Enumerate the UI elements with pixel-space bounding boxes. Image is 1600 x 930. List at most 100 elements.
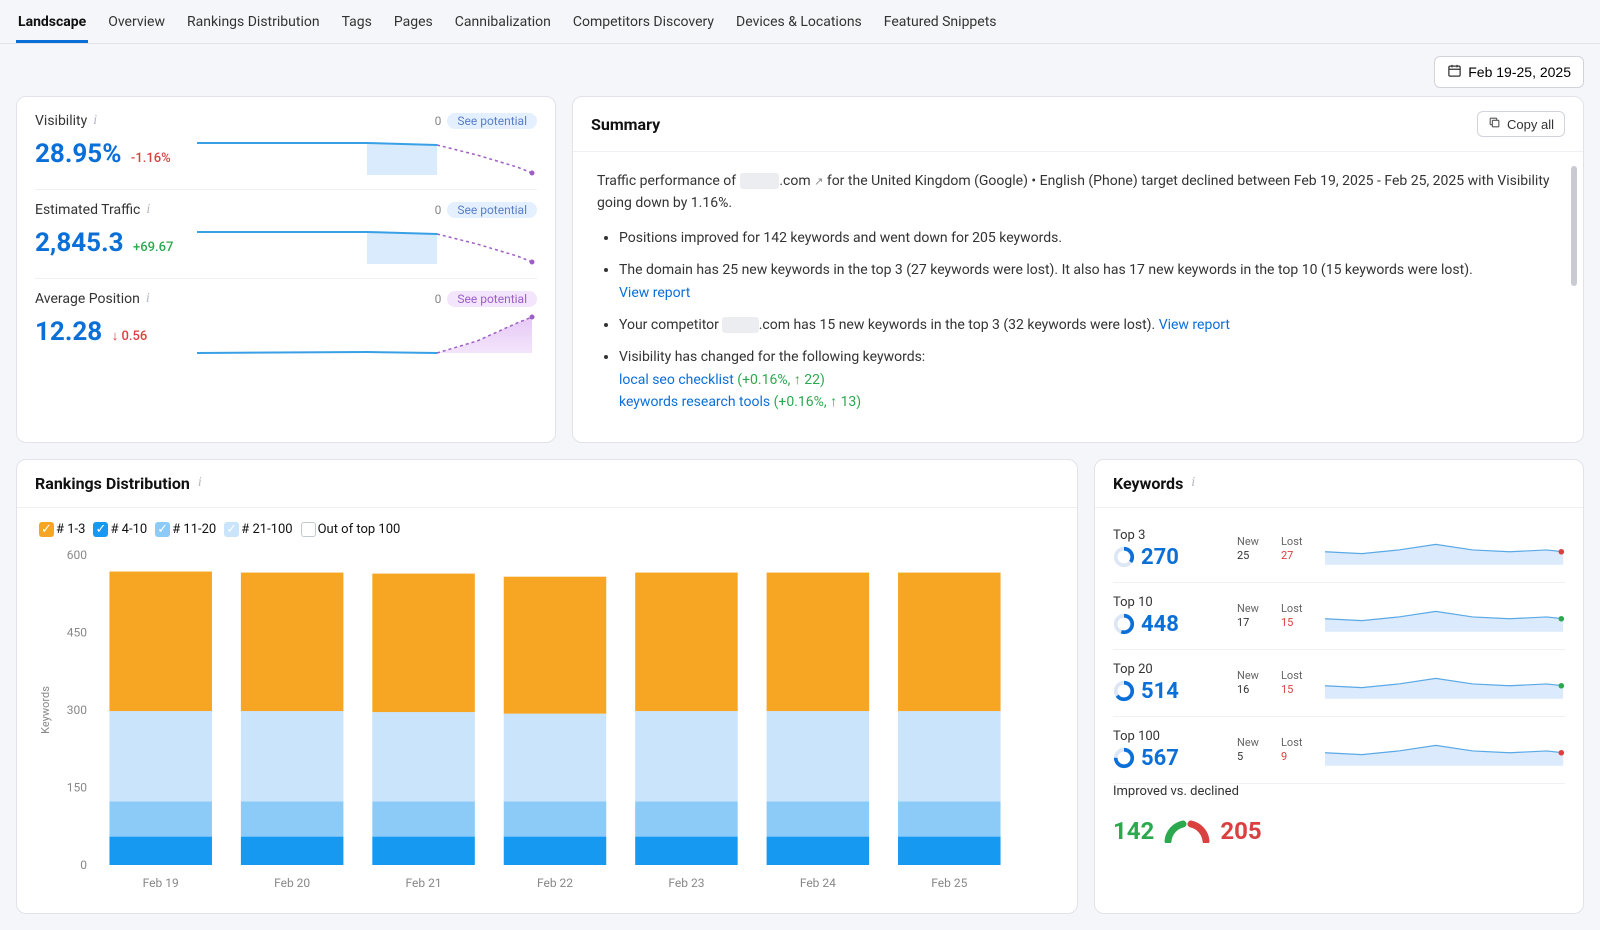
summary-bullet: Positions improved for 142 keywords and … — [619, 227, 1559, 249]
svg-text:Feb 24: Feb 24 — [800, 876, 836, 890]
external-link-icon[interactable]: ↗ — [814, 175, 823, 188]
keyword-row: Top 3 270 New25 Lost27 — [1113, 516, 1565, 583]
kw-label: Top 3 — [1113, 528, 1223, 543]
visibility-delta: -1.16% — [131, 151, 171, 166]
view-report-link[interactable]: View report — [1159, 317, 1230, 333]
avgpos-label: Average Position — [35, 291, 140, 307]
rankdist-legend: ✓# 1-3 ✓# 4-10 ✓# 11-20 ✓# 21-100 Out of… — [17, 508, 1077, 541]
kw-label: Top 20 — [1113, 662, 1223, 677]
keywords-card: Keywords i Top 3 270 New25 Lost27 — [1094, 459, 1584, 914]
summary-bullet: Your competitor .com has 15 new keywords… — [619, 314, 1559, 336]
keyword-link[interactable]: keywords research tools — [619, 394, 770, 410]
svg-text:Feb 22: Feb 22 — [537, 876, 573, 890]
kw-sparkline — [1325, 666, 1565, 700]
traffic-label: Estimated Traffic — [35, 202, 140, 218]
gauge-icon — [1164, 819, 1210, 843]
summary-body: Traffic performance of .com ↗ for the Un… — [573, 152, 1583, 442]
summary-title: Summary — [591, 115, 660, 134]
donut-icon — [1113, 747, 1135, 769]
donut-icon — [1113, 680, 1135, 702]
svg-text:300: 300 — [67, 703, 87, 717]
copy-icon — [1488, 116, 1501, 132]
info-icon[interactable]: i — [146, 291, 150, 307]
info-icon[interactable]: i — [1191, 475, 1195, 491]
kw-sparkline — [1325, 599, 1565, 633]
info-icon[interactable]: i — [146, 202, 150, 218]
svg-text:0: 0 — [80, 858, 87, 872]
metric-avgpos: Average Position i 12.28 ↓ 0.56 0 See po… — [35, 279, 537, 355]
rankings-distribution-card: Rankings Distribution i ✓# 1-3 ✓# 4-10 ✓… — [16, 459, 1078, 914]
tab-rankings-distribution[interactable]: Rankings Distribution — [185, 6, 322, 43]
scrollbar[interactable] — [1571, 166, 1577, 286]
tab-cannibalization[interactable]: Cannibalization — [453, 6, 553, 43]
keyword-row: Top 20 514 New16 Lost15 — [1113, 650, 1565, 717]
ivd-label: Improved vs. declined — [1113, 784, 1565, 799]
tab-landscape[interactable]: Landscape — [16, 6, 88, 43]
kw-sparkline — [1325, 733, 1565, 767]
info-icon[interactable]: i — [93, 113, 97, 129]
donut-icon — [1113, 613, 1135, 635]
tab-devices-locations[interactable]: Devices & Locations — [734, 6, 864, 43]
svg-text:Feb 23: Feb 23 — [668, 876, 704, 890]
kw-value: 448 — [1141, 612, 1179, 637]
tab-competitors-discovery[interactable]: Competitors Discovery — [571, 6, 716, 43]
avgpos-value: 12.28 — [35, 317, 102, 347]
rankdist-chart: 0 150 300 450 600 Keywords Feb 19 Feb 20 Feb 21 F… — [35, 545, 1035, 895]
see-potential-pill[interactable]: See potential — [447, 291, 537, 307]
tab-tags[interactable]: Tags — [340, 6, 374, 43]
avgpos-sparkline — [197, 311, 537, 355]
svg-text:Feb 19: Feb 19 — [143, 876, 179, 890]
view-report-link[interactable]: View report — [619, 285, 690, 301]
keyword-row: Top 100 567 New5 Lost9 — [1113, 717, 1565, 784]
see-potential-pill[interactable]: See potential — [447, 113, 537, 129]
svg-text:Keywords: Keywords — [39, 685, 52, 733]
kw-label: Top 10 — [1113, 595, 1223, 610]
svg-text:Feb 20: Feb 20 — [274, 876, 310, 890]
visibility-label: Visibility — [35, 113, 87, 129]
domain-masked — [740, 173, 780, 189]
summary-card: Summary Copy all Traffic performance of … — [572, 96, 1584, 443]
summary-bullet: Visibility has changed for the following… — [619, 346, 1559, 413]
legend-checkbox-11-20[interactable]: ✓ — [155, 522, 170, 537]
zero-label: 0 — [435, 203, 442, 217]
rankdist-title: Rankings Distribution — [35, 474, 190, 493]
tab-overview[interactable]: Overview — [106, 6, 167, 43]
kw-sparkline — [1325, 532, 1565, 566]
kw-value: 514 — [1141, 679, 1179, 704]
avgpos-delta: ↓ 0.56 — [112, 329, 148, 344]
traffic-value: 2,845.3 — [35, 228, 124, 258]
zero-label: 0 — [435, 114, 442, 128]
nav-tabs: Landscape Overview Rankings Distribution… — [0, 0, 1600, 44]
donut-icon — [1113, 546, 1135, 568]
see-potential-pill[interactable]: See potential — [447, 202, 537, 218]
date-range-picker[interactable]: Feb 19-25, 2025 — [1434, 56, 1584, 88]
kw-value: 270 — [1141, 545, 1179, 570]
visibility-sparkline — [197, 133, 537, 177]
svg-text:Feb 25: Feb 25 — [931, 876, 967, 890]
legend-checkbox-out[interactable] — [301, 522, 316, 537]
metric-traffic: Estimated Traffic i 2,845.3 +69.67 0 See… — [35, 190, 537, 279]
traffic-sparkline — [197, 222, 537, 266]
svg-text:450: 450 — [67, 625, 87, 639]
legend-checkbox-21-100[interactable]: ✓ — [224, 522, 239, 537]
legend-checkbox-4-10[interactable]: ✓ — [93, 522, 108, 537]
metric-visibility: Visibility i 28.95% -1.16% 0 See potenti… — [35, 113, 537, 190]
svg-text:150: 150 — [67, 780, 87, 794]
legend-checkbox-1-3[interactable]: ✓ — [39, 522, 54, 537]
tab-pages[interactable]: Pages — [392, 6, 435, 43]
domain-masked — [722, 317, 758, 333]
zero-label: 0 — [435, 292, 442, 306]
svg-text:600: 600 — [67, 548, 87, 562]
tab-featured-snippets[interactable]: Featured Snippets — [882, 6, 999, 43]
declined-value: 205 — [1220, 817, 1261, 845]
keyword-link[interactable]: local seo checklist — [619, 372, 734, 388]
svg-text:Feb 21: Feb 21 — [406, 876, 442, 890]
kw-label: Top 100 — [1113, 729, 1223, 744]
copy-all-button[interactable]: Copy all — [1477, 111, 1565, 137]
summary-bullet: The domain has 25 new keywords in the to… — [619, 259, 1559, 304]
kw-value: 567 — [1141, 746, 1179, 771]
info-icon[interactable]: i — [198, 475, 202, 491]
calendar-icon — [1447, 63, 1462, 81]
metrics-card: Visibility i 28.95% -1.16% 0 See potenti… — [16, 96, 556, 443]
improved-value: 142 — [1113, 817, 1154, 845]
